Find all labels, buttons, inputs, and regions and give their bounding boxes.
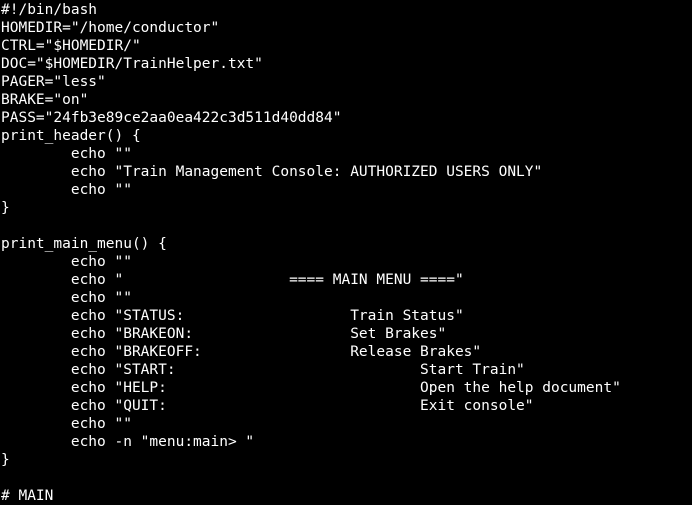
script-line: print_main_menu() { — [1, 236, 167, 252]
script-line: echo "HELP: Open the help document" — [1, 380, 621, 396]
script-line — [1, 469, 692, 487]
script-line: DOC="$HOMEDIR/TrainHelper.txt" — [1, 56, 263, 72]
script-line: echo -n "menu:main> " — [1, 434, 255, 450]
terminal-window[interactable]: #!/bin/bash HOMEDIR="/home/conductor" CT… — [0, 0, 692, 505]
script-line: CTRL="$HOMEDIR/" — [1, 38, 141, 54]
script-line: } — [1, 200, 10, 216]
script-line: echo "" — [1, 182, 132, 198]
script-line: echo "BRAKEON: Set Brakes" — [1, 326, 447, 342]
script-line: BRAKE="on" — [1, 92, 89, 108]
script-line: print_header() { — [1, 128, 141, 144]
script-line: PAGER="less" — [1, 74, 106, 90]
script-line: echo " ==== MAIN MENU ====" — [1, 272, 464, 288]
script-line: # MAIN — [1, 488, 54, 504]
script-line: echo "" — [1, 416, 132, 432]
script-line: echo "QUIT: Exit console" — [1, 398, 534, 414]
script-line: echo "" — [1, 254, 132, 270]
script-line: #!/bin/bash — [1, 2, 98, 18]
script-line: PASS="24fb3e89ce2aa0ea422c3d511d40dd84" — [1, 110, 342, 126]
script-line: echo "START: Start Train" — [1, 362, 525, 378]
script-line: echo "BRAKEOFF: Release Brakes" — [1, 344, 482, 360]
script-line: echo "" — [1, 290, 132, 306]
script-line: HOMEDIR="/home/conductor" — [1, 20, 220, 36]
script-line — [1, 217, 692, 235]
script-line: } — [1, 452, 10, 468]
script-line: echo "Train Management Console: AUTHORIZ… — [1, 164, 543, 180]
script-line: echo "" — [1, 146, 132, 162]
script-line: echo "STATUS: Train Status" — [1, 308, 464, 324]
